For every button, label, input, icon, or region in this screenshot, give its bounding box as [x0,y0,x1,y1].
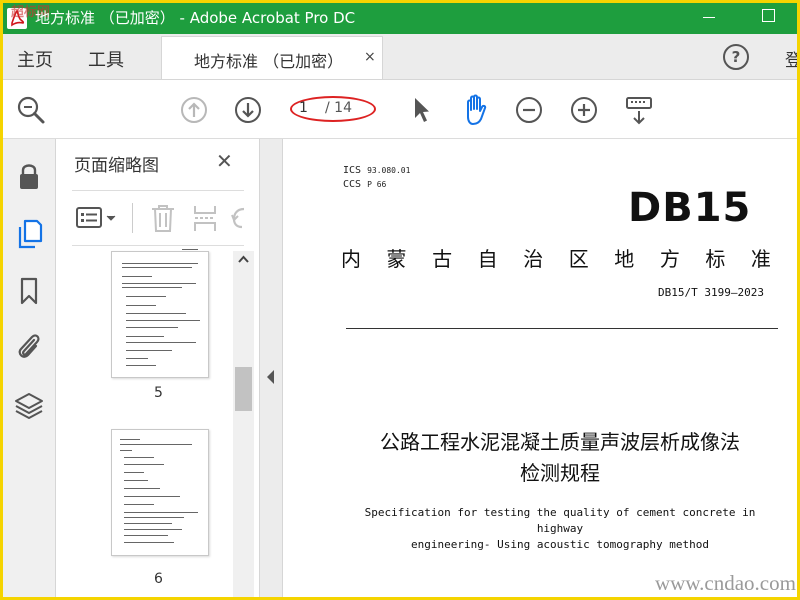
header-rule [346,328,778,329]
thumbnail-page-label: 5 [154,385,163,401]
thumbnail-page-label: 6 [154,571,163,587]
insert-page-icon[interactable] [192,203,218,233]
arrow-up-circle-icon[interactable] [180,96,208,124]
minus-circle-icon[interactable] [515,96,543,124]
rotate-icon[interactable] [230,205,244,231]
hand-icon[interactable] [460,93,492,127]
title-bar: 超标网 地方标准 （已加密） - Adobe Acrobat Pro DC [3,3,797,34]
watermark-text: www.cndao.com [655,571,796,595]
collapse-panel-icon[interactable] [266,369,276,385]
tab-tools[interactable]: 工具 [88,46,124,72]
help-icon[interactable]: ? [723,44,749,70]
page-thumbnail[interactable] [111,429,209,556]
maximize-icon[interactable] [762,9,775,22]
scrollbar-thumb[interactable] [235,367,252,411]
window-title: 地方标准 （已加密） - Adobe Acrobat Pro DC [35,9,356,27]
panel-toolbar [72,190,244,246]
attachment-icon[interactable] [15,331,43,361]
standard-type: 内蒙 古自 治区 地方 标准 [341,247,771,271]
tab-bar: 主页 工具 地方标准 （已加密） × ? 登 [3,34,797,80]
tab-home[interactable]: 主页 [17,46,53,72]
close-panel-icon[interactable]: ✕ [216,149,233,173]
page-current[interactable]: 1 [299,100,308,116]
document-title-cn: 公路工程水泥混凝土质量声波层析成像法 检测规程 [380,430,740,485]
ccs-line: CCS P 66 [343,179,387,190]
document-page: ICS 93.080.01 CCS P 66 DB15 内蒙 古自 治区 地方 标准… [283,139,797,597]
thumbnail-panel: 页面缩略图 ✕ 5 6 [56,139,259,597]
lock-icon[interactable] [17,161,41,191]
scroll-up-icon[interactable] [237,254,250,264]
thumbnail-scrollbar[interactable] [233,251,254,597]
signin-button[interactable]: 登 [785,46,797,71]
bookmark-icon[interactable] [19,277,39,305]
standard-code: DB15/T 3199—2023 [658,286,764,299]
plus-circle-icon[interactable] [570,96,598,124]
close-tab-icon[interactable]: × [364,49,376,65]
tab-document[interactable]: 地方标准 （已加密） × [161,36,383,79]
thumbnail-options-icon[interactable] [75,205,121,231]
toolbar-divider [132,203,133,233]
document-tab-label: 地方标准 （已加密） [194,52,344,71]
keyboard-icon[interactable] [625,96,653,126]
trash-icon[interactable] [150,203,176,233]
arrow-down-circle-icon[interactable] [234,96,262,124]
left-rail [3,139,56,597]
zoom-search-icon[interactable] [16,95,48,125]
page-thumbnails-icon[interactable] [17,219,43,249]
panel-title: 页面缩略图 [74,156,159,176]
page-thumbnail[interactable] [111,249,209,378]
toolbar: 1 / 14 [3,80,797,139]
document-title-en: Specification for testing the quality of… [364,506,756,551]
ics-line: ICS 93.080.01 [343,165,411,176]
panel-splitter[interactable] [259,139,283,597]
standard-logo: DB15 [628,185,752,231]
arrow-cursor-icon[interactable] [411,95,431,125]
layers-icon[interactable] [14,391,44,421]
acrobat-window: 超标网 地方标准 （已加密） - Adobe Acrobat Pro DC 主页… [3,3,797,597]
minimize-icon[interactable] [703,17,715,18]
page-total: / 14 [325,100,352,116]
